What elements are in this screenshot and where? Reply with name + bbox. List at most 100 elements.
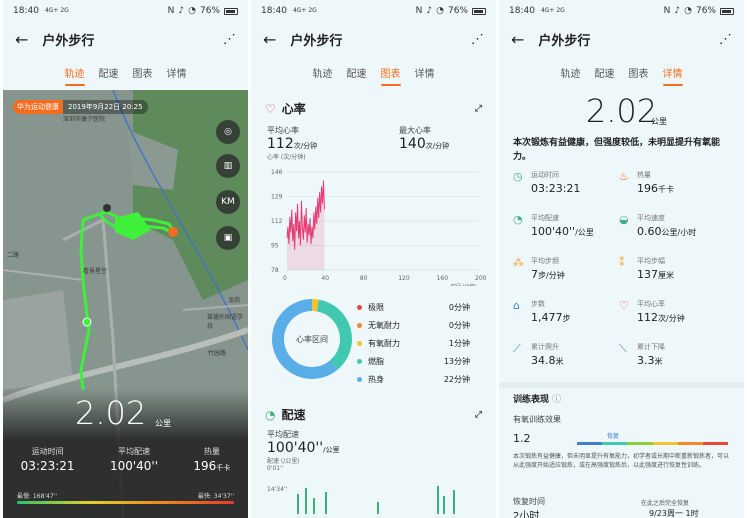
- map-label: 二路: [7, 252, 20, 259]
- wifi-icon: ◔: [436, 6, 444, 16]
- battery-label: 76%: [447, 6, 468, 16]
- metric-value: 3.3: [637, 354, 655, 367]
- zone-slice: [311, 299, 319, 312]
- legend-name: 热身: [368, 374, 384, 384]
- app-header: ← 户外步行 ⋰: [251, 22, 496, 56]
- tab-detail[interactable]: 详情: [167, 61, 187, 84]
- tab-chart[interactable]: 图表: [629, 61, 649, 84]
- legend-item: 热身 22分钟: [357, 370, 470, 388]
- legend-value: 13分钟: [443, 356, 470, 366]
- climb-icon: ⟋: [513, 342, 521, 355]
- tab-track[interactable]: 轨迹: [64, 61, 85, 86]
- stride-icon: ⁑: [619, 256, 625, 269]
- silent-icon: ♪: [426, 6, 433, 16]
- expand-icon[interactable]: ⤢: [475, 410, 482, 420]
- pace-bar: [437, 486, 439, 514]
- footprints-icon: ⁂: [513, 256, 524, 269]
- signal-icon: 4G+ 2G: [44, 7, 69, 14]
- tab-pace[interactable]: 配速: [595, 61, 615, 84]
- metric-item: ◒ 平均速度 0.60公里/小时: [619, 213, 729, 238]
- legend-dot: [357, 340, 362, 346]
- descend-icon: ⟍: [619, 342, 627, 355]
- metric-label: 运动时间: [531, 171, 559, 179]
- pace-y-tick: 0'01'': [267, 465, 284, 472]
- signal-icon: 4G+ 2G: [540, 7, 565, 14]
- map-icon[interactable]: ▥: [216, 154, 240, 178]
- distance-unit: 公里: [155, 419, 171, 428]
- tab-track[interactable]: 轨迹: [313, 61, 333, 84]
- arrow-left-icon[interactable]: ←: [15, 30, 28, 49]
- expand-icon[interactable]: ⤢: [475, 104, 482, 114]
- stat-label: 平均配速: [117, 447, 150, 456]
- share-icon[interactable]: ⋰: [471, 32, 484, 47]
- layers-icon[interactable]: ▣: [216, 226, 240, 250]
- metric-unit: /公里: [575, 228, 594, 237]
- share-icon[interactable]: ⋰: [223, 32, 236, 47]
- recover-tag: 恢复: [607, 433, 620, 440]
- page-title: 户外步行: [538, 33, 591, 49]
- x-tick-label: 160: [437, 275, 449, 282]
- metric-label: 累计爬升: [531, 343, 559, 351]
- training-title-text: 训练表现: [513, 395, 550, 405]
- shoe-icon: ⌂: [513, 299, 520, 312]
- speed-gauge-icon: ◒: [619, 213, 629, 226]
- pace-y-unit: 配速 (/公里): [267, 458, 300, 465]
- tab-chart[interactable]: 图表: [380, 61, 401, 86]
- info-icon[interactable]: ⓘ: [552, 395, 561, 405]
- tab-bar: 轨迹 配速 图表 详情: [251, 56, 496, 88]
- silent-icon: ♪: [674, 6, 681, 16]
- location-icon[interactable]: ◎: [216, 120, 240, 144]
- km-marker-1: [103, 204, 111, 212]
- battery-icon: [720, 7, 734, 15]
- tab-detail[interactable]: 详情: [415, 61, 435, 84]
- legend-name: 有氧耐力: [368, 338, 400, 348]
- stat-duration: 运动时间 03:23:21: [21, 446, 75, 473]
- legend-name: 无氧耐力: [368, 320, 400, 330]
- avg-hr-label: 平均心率: [267, 126, 299, 135]
- track-summary: 2.02 公里 运动时间 03:23:21 平均配速 100'40'' 热量 196千…: [3, 388, 248, 518]
- km-toggle-button[interactable]: KM: [216, 190, 240, 214]
- arrow-left-icon[interactable]: ←: [263, 30, 276, 49]
- tab-track[interactable]: 轨迹: [561, 61, 581, 84]
- y-tick-label: 112: [271, 218, 283, 225]
- page-title: 户外步行: [42, 33, 95, 49]
- tab-detail[interactable]: 详情: [662, 61, 683, 86]
- stat-value: 100'40'': [109, 459, 159, 473]
- workout-summary: 本次锻炼有益健康，但强度较低，未明显提升有氧能力。: [513, 138, 721, 162]
- metric-value: 0.60: [637, 225, 662, 238]
- x-tick-label: 200: [475, 275, 487, 282]
- metric-item: ⌂ 步数 1,477步: [513, 299, 623, 324]
- tab-pace[interactable]: 配速: [99, 61, 119, 84]
- recovery-done-label: 在此之后完全恢复: [641, 500, 690, 507]
- heart-rate-chart: 146 129 112 95 78 0 40 80 120 160 200时间 (分钟): [271, 169, 487, 286]
- avg-pace-unit: /公里: [323, 446, 340, 454]
- tab-chart[interactable]: 图表: [133, 61, 153, 84]
- detail-screen: 18:40 4G+ 2G N ♪ ◔ 76% ← 户外步行 ⋰ 轨迹 配速 图表 详情 …: [499, 0, 744, 518]
- heart-icon: ♡: [265, 101, 276, 116]
- metric-item: ◔ 平均配速 100'40''/公里: [513, 213, 623, 238]
- hr-y-unit: 心率 (次/分钟): [267, 154, 306, 161]
- metric-item: ♨ 热量 196千卡: [619, 170, 729, 195]
- silent-icon: ♪: [178, 6, 185, 16]
- metric-item: ◷ 运动时间 03:23:21: [513, 170, 623, 195]
- legend-value: 22分钟: [443, 374, 470, 384]
- nfc-icon: N: [415, 6, 423, 16]
- x-axis-label: 时间 (分钟): [451, 283, 477, 286]
- aerobic-scale-bar: [577, 442, 729, 445]
- wifi-icon: ◔: [188, 6, 196, 16]
- stat-calories: 热量 196千卡: [193, 446, 230, 473]
- nfc-icon: N: [663, 6, 671, 16]
- speed-gradient-bar: [17, 501, 234, 504]
- status-time: 18:40: [509, 6, 535, 16]
- pace-bar: [325, 492, 327, 514]
- route-map[interactable]: 华为运动健康 2019年9月22日 20:25 ◎ ▥ KM ▣ 深圳市康宁医院…: [3, 90, 248, 518]
- battery-icon: [224, 7, 238, 15]
- workout-date: 2019年9月22日 20:25: [63, 100, 148, 114]
- tab-pace[interactable]: 配速: [347, 61, 367, 84]
- metric-value: 7: [531, 268, 538, 281]
- max-hr-label: 最大心率: [399, 126, 431, 135]
- chart-screen: 18:40 4G+ 2G N ♪ ◔ 76% ← 户外步行 ⋰ 轨迹 配速 图表 详情 …: [251, 0, 496, 518]
- share-icon[interactable]: ⋰: [719, 32, 732, 47]
- arrow-left-icon[interactable]: ←: [511, 30, 524, 49]
- stat-value: 196: [193, 459, 217, 473]
